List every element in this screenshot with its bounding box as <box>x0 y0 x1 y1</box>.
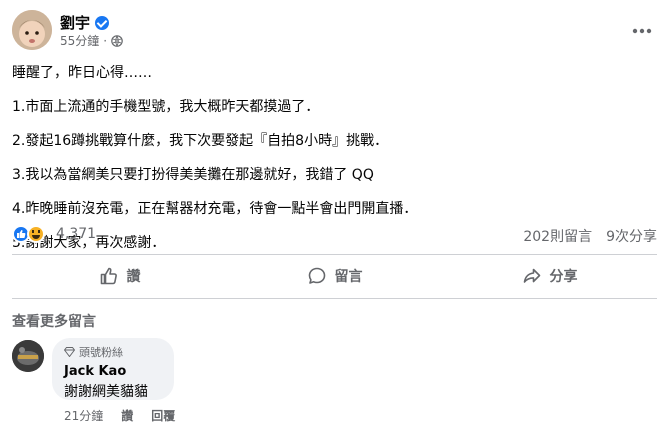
divider <box>12 298 657 299</box>
diamond-icon <box>64 347 75 357</box>
post-header: 劉宇 55分鐘 · <box>12 10 657 52</box>
comment-bubble: 頭號粉絲 Jack Kao 謝謝網美貓貓 <box>52 338 174 400</box>
author-name[interactable]: 劉宇 <box>60 12 110 33</box>
commenter-name[interactable]: Jack Kao <box>64 364 162 379</box>
comment-text: 謝謝網美貓貓 <box>64 384 148 400</box>
post-line: 睡醒了，昨日心得…… <box>12 65 152 81</box>
share-button-label: 分享 <box>549 269 578 285</box>
globe-icon <box>111 34 123 47</box>
reaction-count[interactable]: 4,371 <box>56 226 96 242</box>
comment-button[interactable]: 留言 <box>227 259 442 293</box>
comment-actions: 21分鐘 讚 回覆 <box>64 407 175 424</box>
author-name-text[interactable]: 劉宇 <box>60 12 90 33</box>
top-fan-badge-label: 頭號粉絲 <box>79 346 123 359</box>
comment-reply-link[interactable]: 回覆 <box>151 407 175 424</box>
post-line: 3.我以為當網美只要打扮得美美攤在那邊就好，我錯了 QQ <box>12 167 374 183</box>
comment-button-label: 留言 <box>334 269 363 285</box>
comment-time[interactable]: 21分鐘 <box>64 407 103 424</box>
divider <box>12 254 657 255</box>
comment-like-link[interactable]: 讚 <box>121 407 133 424</box>
view-more-comments-link[interactable]: 查看更多留言 <box>12 311 96 331</box>
top-fan-badge[interactable]: 頭號粉絲 <box>64 344 162 360</box>
like-button-label: 讚 <box>126 269 141 285</box>
post-line: 2.發起16蹲挑戰算什麼，我下次要發起『自拍8小時』挑戰． <box>12 133 389 149</box>
post-line: 4.昨晚睡前沒充電，正在幫器材充電，待會一點半會出門開直播． <box>12 201 418 217</box>
more-options-icon[interactable] <box>627 16 657 46</box>
engagement-counts: 202則留言 9次分享 <box>523 226 657 246</box>
post-actions: 讚 留言 分享 <box>12 259 657 293</box>
like-button[interactable]: 讚 <box>12 259 227 293</box>
post-time[interactable]: 55分鐘 <box>60 32 99 49</box>
verified-badge-icon <box>95 15 110 30</box>
comment-count[interactable]: 202則留言 <box>523 226 592 246</box>
haha-reaction-icon <box>27 225 45 243</box>
post-meta: 55分鐘 · <box>60 32 123 49</box>
share-icon <box>523 268 540 283</box>
post-line: 1.市面上流通的手機型號，我大概昨天都摸過了． <box>12 99 320 115</box>
share-button[interactable]: 分享 <box>442 259 657 293</box>
reactions-summary: 4,371 202則留言 9次分享 <box>12 224 657 246</box>
comment-icon <box>308 267 325 284</box>
commenter-avatar[interactable] <box>12 340 44 372</box>
author-avatar[interactable] <box>12 10 52 50</box>
thumbs-up-icon <box>100 267 117 285</box>
share-count[interactable]: 9次分享 <box>606 226 657 246</box>
reaction-icons[interactable] <box>12 225 45 243</box>
